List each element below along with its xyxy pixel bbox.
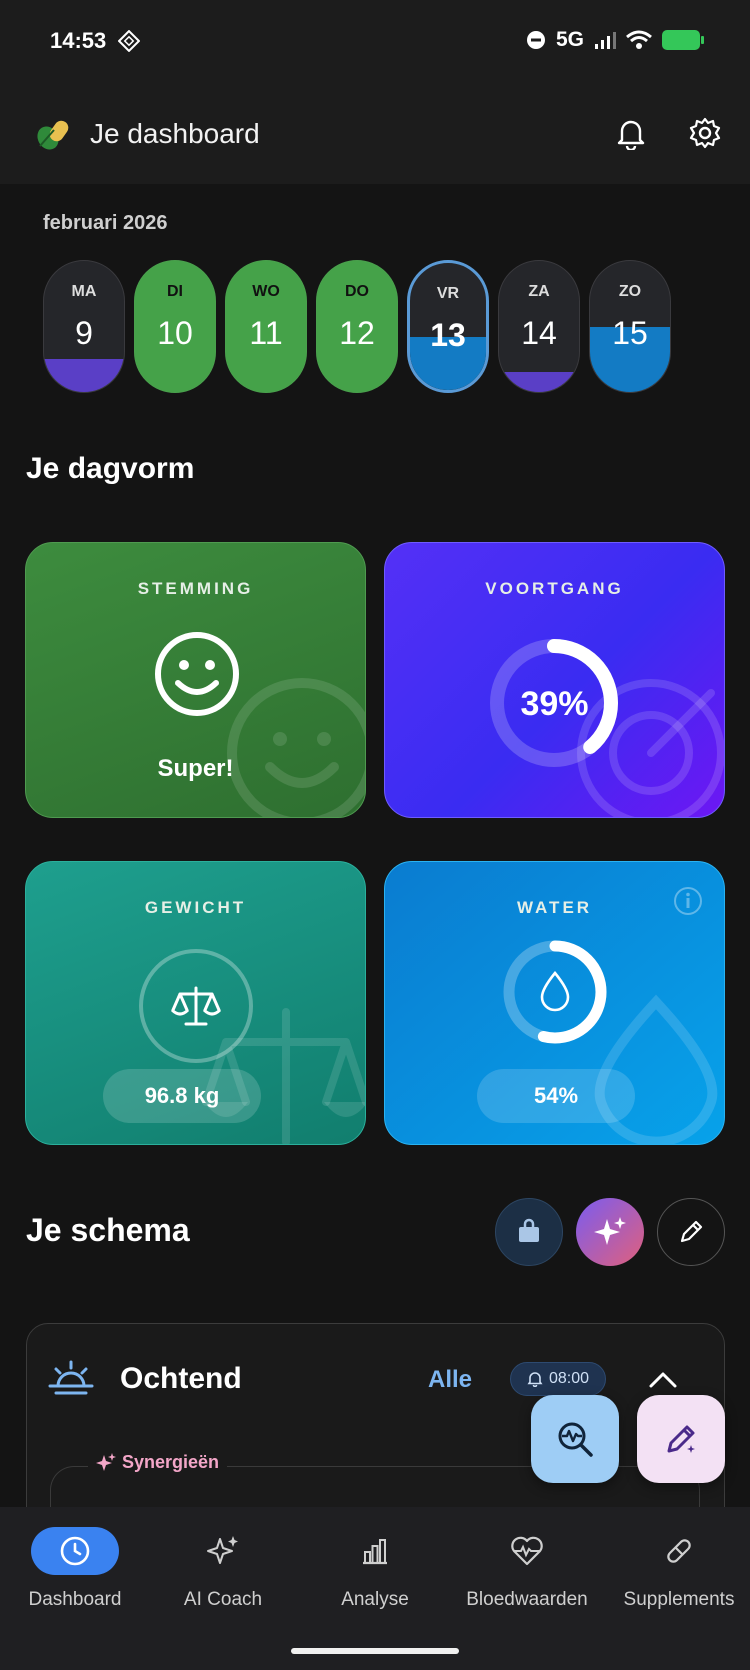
day-fill [499, 372, 579, 392]
shopping-bag-icon [519, 1218, 539, 1242]
section-heading-schema: Je schema [26, 1212, 190, 1248]
pencil-sparkle-icon [667, 1425, 695, 1453]
app-header: Je dashboard [0, 88, 750, 184]
sparkle-icon [96, 1452, 116, 1471]
reminder-time: 08:00 [548, 1370, 590, 1387]
day-pill[interactable]: MA 9 [43, 260, 125, 393]
status-bar: 14:53 5G [0, 0, 750, 88]
smiley-watermark-icon [227, 678, 365, 817]
filter-all-link[interactable]: Alle [428, 1366, 472, 1394]
day-pill[interactable]: WO 11 [225, 260, 307, 393]
day-number: 12 [339, 315, 375, 351]
water-ring [503, 940, 607, 1044]
day-fill [44, 359, 124, 392]
mood-card-title: STEMMING [137, 579, 254, 598]
day-label: WO [252, 283, 280, 300]
day-label: MA [71, 283, 97, 300]
nav-icon-wrap [483, 1527, 571, 1575]
section-heading-dagvorm: Je dagvorm [26, 452, 195, 485]
scale-icon [139, 949, 253, 1063]
water-value-pill: 54% [477, 1069, 635, 1123]
shop-button[interactable] [495, 1198, 563, 1266]
mood-card[interactable]: STEMMING Super! [25, 542, 366, 818]
analyze-fab[interactable] [531, 1395, 619, 1483]
wifi-icon [626, 30, 652, 49]
day-label: ZO [618, 283, 642, 300]
nav-label: Dashboard [28, 1589, 122, 1610]
nav-label: AI Coach [183, 1589, 263, 1610]
log-fab[interactable] [637, 1395, 725, 1483]
mood-value: Super! [157, 755, 234, 782]
month-label: februari 2026 [43, 212, 168, 234]
nav-item-supplements[interactable]: Supplements [604, 1527, 750, 1627]
nav-label: Analyse [341, 1589, 409, 1610]
day-label: VR [436, 285, 460, 302]
day-number: 10 [157, 315, 193, 351]
day-pill[interactable]: DI 10 [134, 260, 216, 393]
weight-card[interactable]: GEWICHT 96.8 kg [25, 861, 366, 1145]
nav-item-dashboard[interactable]: Dashboard [0, 1527, 150, 1627]
day-pill-selected[interactable]: VR 13 [407, 260, 489, 393]
page-title: Je dashboard [90, 118, 260, 149]
signal-icon [595, 32, 616, 49]
ai-generate-button[interactable] [576, 1198, 644, 1266]
day-number: 13 [430, 317, 466, 353]
home-indicator[interactable] [291, 1648, 459, 1654]
status-time: 14:53 [50, 28, 107, 53]
pill-icon [667, 1539, 691, 1563]
day-number: 15 [612, 315, 648, 351]
battery-icon [662, 30, 704, 50]
nav-item-bloedwaarden[interactable]: Bloedwaarden [452, 1527, 602, 1627]
progress-card-title: VOORTGANG [485, 579, 624, 598]
day-pill[interactable]: DO 12 [316, 260, 398, 393]
nav-label: Supplements [623, 1589, 735, 1610]
search-pulse-icon [558, 1422, 593, 1457]
day-pill[interactable]: ZO 15 [589, 260, 671, 393]
schedule-section-title: Ochtend [120, 1362, 242, 1395]
nav-item-ai-coach[interactable]: AI Coach [148, 1527, 298, 1627]
chevron-up-icon[interactable] [648, 1370, 678, 1390]
day-number: 14 [521, 315, 557, 351]
reminder-time-chip[interactable]: 08:00 [510, 1362, 606, 1396]
edit-schedule-button[interactable] [657, 1198, 725, 1266]
water-card-title: WATER [516, 898, 593, 917]
notification-diamond-icon [118, 30, 140, 52]
bar-chart-icon [363, 1539, 387, 1565]
day-number: 9 [75, 315, 93, 351]
pencil-icon [680, 1220, 703, 1243]
status-indicators: 5G [526, 28, 704, 52]
weight-value-pill: 96.8 kg [103, 1069, 261, 1123]
progress-value: 39% [520, 685, 589, 723]
sparkle-icon [594, 1217, 626, 1245]
sparkle-icon [207, 1536, 238, 1564]
day-label: ZA [528, 283, 550, 300]
network-label: 5G [555, 28, 584, 51]
app-logo-icon [37, 120, 69, 150]
progress-card[interactable]: VOORTGANG 39% [384, 542, 725, 818]
synergies-label: Synergieën [88, 1452, 228, 1473]
smiley-icon [155, 632, 239, 716]
day-pill[interactable]: ZA 14 [498, 260, 580, 393]
nav-icon-wrap [179, 1527, 267, 1575]
nav-icon-wrap [331, 1527, 419, 1575]
water-card[interactable]: WATER 54% [384, 861, 725, 1145]
synergies-text: Synergieën [122, 1452, 220, 1472]
nav-icon-wrap [635, 1527, 723, 1575]
do-not-disturb-icon [526, 31, 545, 49]
nav-label: Bloedwaarden [466, 1589, 588, 1610]
day-label: DI [167, 283, 183, 300]
weight-card-title: GEWICHT [144, 898, 247, 917]
bell-icon [527, 1372, 543, 1387]
day-strip: MA 9 DI 10 WO 11 DO 12 VR 13 ZA 14 ZO 15 [43, 260, 708, 393]
heart-pulse-icon [511, 1536, 543, 1566]
bell-icon[interactable] [614, 116, 648, 150]
nav-item-analyse[interactable]: Analyse [300, 1527, 450, 1627]
nav-icon-wrap [31, 1527, 119, 1575]
day-number: 11 [249, 315, 283, 351]
clock-icon [60, 1536, 90, 1566]
sunrise-icon [48, 1360, 94, 1395]
gear-icon[interactable] [688, 116, 722, 150]
day-label: DO [345, 283, 369, 300]
drop-icon [540, 970, 570, 1012]
